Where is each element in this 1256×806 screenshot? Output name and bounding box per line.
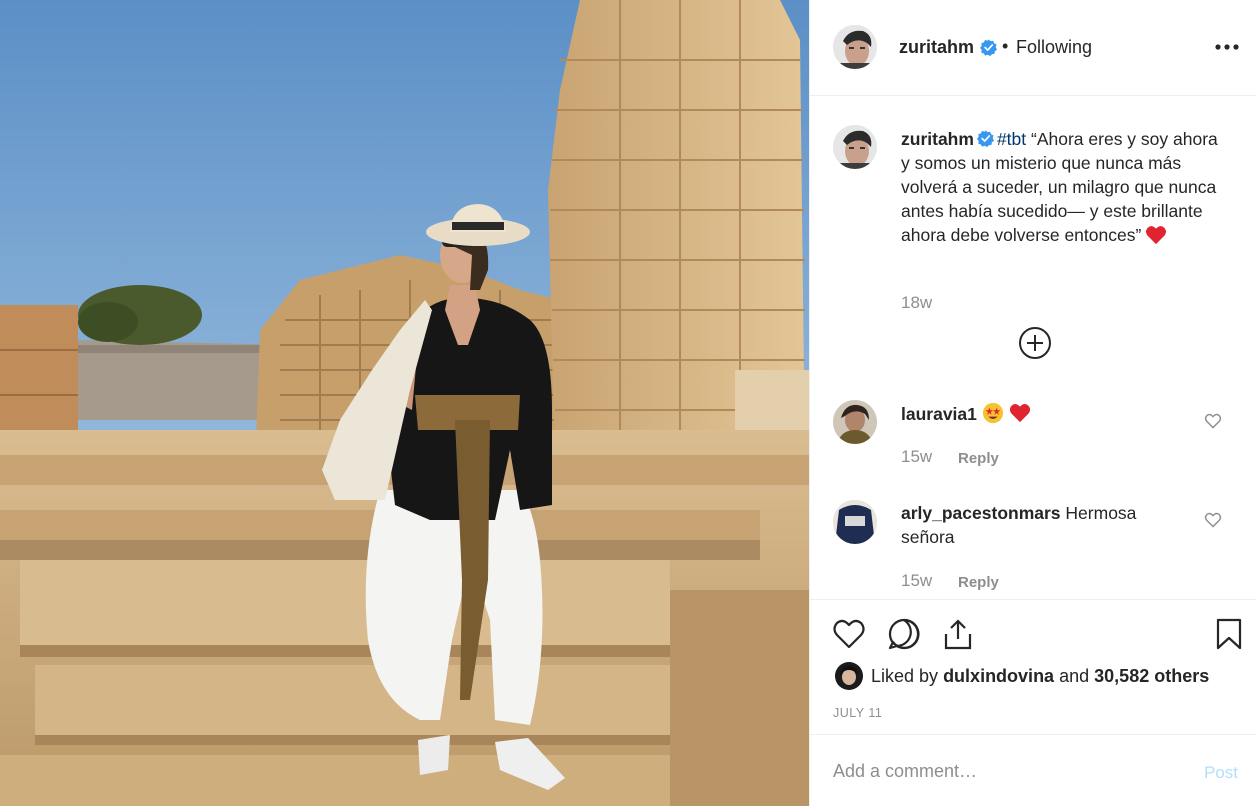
commenter-avatar-image: [833, 400, 877, 444]
caption-hashtag[interactable]: #tbt: [997, 129, 1026, 149]
likes-count[interactable]: 30,582 others: [1094, 666, 1209, 686]
author-avatar[interactable]: [833, 25, 877, 69]
likes-summary: Liked by dulxindovina and 30,582 others: [871, 666, 1209, 687]
post-side-panel: zuritahm • Following zuritahm #tbt “Ahor…: [809, 0, 1256, 806]
reply-button[interactable]: Reply: [958, 450, 999, 467]
red-heart-emoji-icon: [1146, 226, 1167, 245]
comment-text: arly_pacestonmars Hermosa señora: [901, 501, 1181, 549]
caption-author-avatar[interactable]: [833, 125, 877, 169]
header-separator: •: [1002, 36, 1009, 56]
post-header: zuritahm • Following: [810, 0, 1256, 96]
star-struck-emoji-icon: [982, 402, 1003, 424]
post-actions: Liked by dulxindovina and 30,582 others …: [810, 599, 1256, 734]
liked-by-avatar[interactable]: [835, 662, 863, 690]
comment-text: lauravia1: [901, 402, 1181, 426]
like-heart-icon[interactable]: [832, 617, 866, 651]
post-photo[interactable]: [0, 0, 809, 806]
comment-username[interactable]: lauravia1: [901, 404, 977, 424]
caption-username[interactable]: zuritahm: [901, 129, 974, 149]
author-avatar-image: [833, 25, 877, 69]
verified-badge-icon: [976, 130, 994, 147]
post-date[interactable]: JULY 11: [833, 706, 882, 720]
add-comment-input[interactable]: [833, 761, 1173, 782]
comment-timestamp[interactable]: 15w: [901, 571, 932, 591]
post-caption: zuritahm #tbt “Ahora eres y soy ahora y s…: [901, 127, 1231, 247]
comment-bubble-icon[interactable]: [887, 617, 921, 651]
post-comment-button[interactable]: Post: [1204, 763, 1238, 783]
comment-username[interactable]: arly_pacestonmars: [901, 503, 1061, 523]
comment-timestamp[interactable]: 15w: [901, 447, 932, 467]
more-options-icon[interactable]: [1214, 37, 1240, 57]
commenter-avatar[interactable]: [833, 500, 877, 544]
verified-badge-icon: [980, 39, 997, 56]
caption-avatar-image: [833, 125, 877, 169]
add-comment-bar: Post: [810, 734, 1256, 806]
post-photo-image: [0, 0, 809, 806]
liked-by-avatar-image: [835, 662, 863, 690]
red-heart-emoji-icon: [1009, 404, 1030, 423]
save-bookmark-icon[interactable]: [1212, 617, 1246, 651]
comments-section: zuritahm #tbt “Ahora eres y soy ahora y s…: [810, 97, 1256, 599]
likes-joiner: and: [1059, 666, 1090, 686]
reply-button[interactable]: Reply: [958, 574, 999, 591]
following-button[interactable]: Following: [1016, 37, 1092, 58]
commenter-avatar-image: [833, 500, 877, 544]
commenter-avatar[interactable]: [833, 400, 877, 444]
like-comment-icon[interactable]: [1204, 512, 1222, 528]
likes-prefix: Liked by: [871, 666, 939, 686]
caption-timestamp[interactable]: 18w: [901, 293, 932, 313]
load-more-comments-icon[interactable]: [1018, 326, 1052, 360]
liked-by-username[interactable]: dulxindovina: [943, 666, 1054, 686]
like-comment-icon[interactable]: [1204, 413, 1222, 429]
share-icon[interactable]: [941, 617, 975, 651]
author-username[interactable]: zuritahm: [899, 37, 974, 58]
